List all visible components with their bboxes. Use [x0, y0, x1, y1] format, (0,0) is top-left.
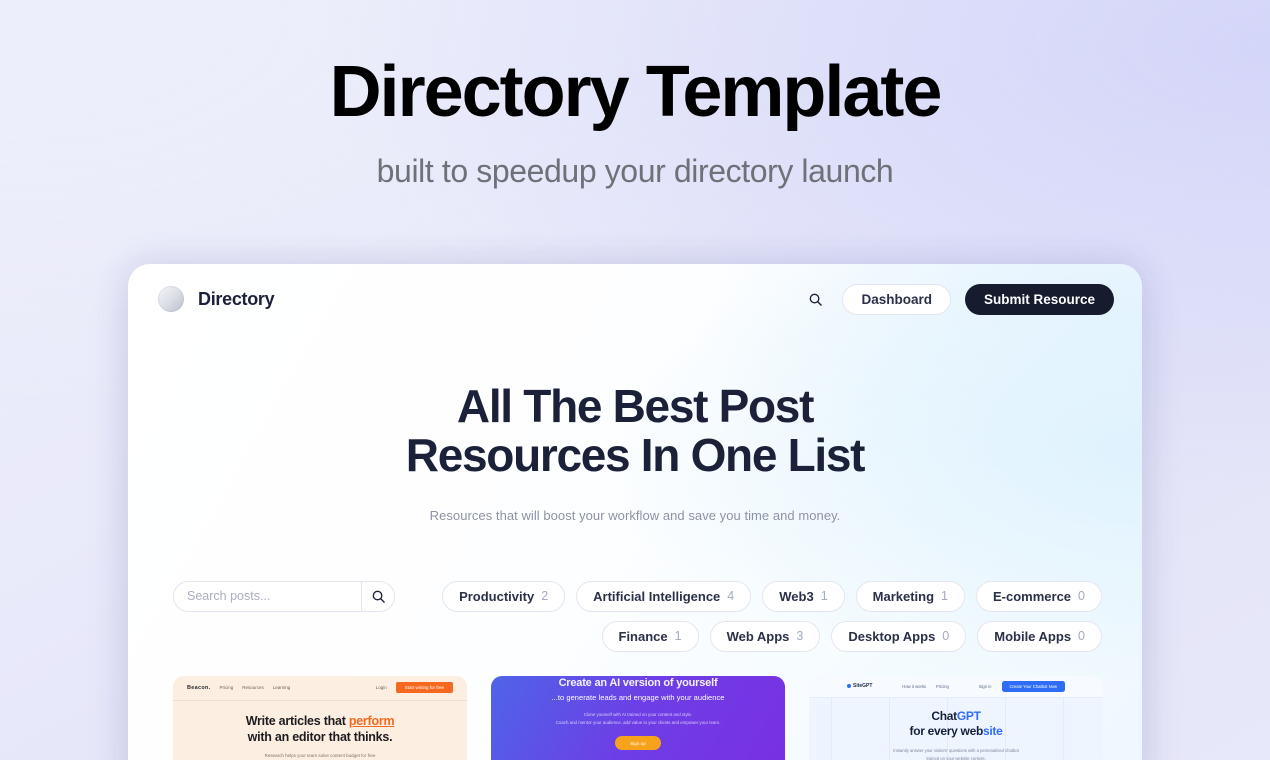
category-label: Web Apps — [726, 628, 790, 644]
thumb-login-link: Sign in — [978, 683, 992, 689]
page-subtitle: built to speedup your directory launch — [376, 153, 894, 190]
thumb-nav-link: Pricing — [936, 683, 949, 689]
category-filter-e-commerce[interactable]: E-commerce 0 — [976, 580, 1102, 612]
thumb-nav-link: How it works — [902, 683, 927, 689]
thumb-nav-link: Learning — [272, 685, 291, 690]
thumb-subtext-line: trained on your website content. — [926, 755, 986, 760]
navbar-actions: Dashboard Submit Resource — [802, 283, 1114, 315]
thumb-headline-highlight: perform — [348, 713, 395, 728]
thumb-subtext-line: Research helps your team solve content b… — [264, 753, 376, 758]
thumb-logo: SiteGPT — [847, 683, 872, 689]
search-submit-button[interactable] — [361, 581, 394, 611]
hero-section: All The Best Post Resources In One List … — [128, 382, 1142, 523]
category-count: 1 — [941, 589, 948, 603]
category-filter-web3[interactable]: Web3 1 — [762, 580, 845, 612]
thumb-logo: Beacon. — [187, 684, 211, 691]
resource-card[interactable]: Beacon. Pricing Resources Learning Login… — [173, 675, 467, 760]
thumb-subtext: Clone yourself with AI trained on your c… — [491, 711, 785, 728]
thumb-headline-part: Chat — [931, 708, 957, 723]
resource-card[interactable]: SiteGPT How it works Pricing Sign in Cre… — [809, 675, 1103, 760]
category-label: Desktop Apps — [848, 628, 936, 644]
category-label: Productivity — [459, 588, 535, 604]
logo-dot-icon — [847, 684, 851, 688]
resource-card-list: Beacon. Pricing Resources Learning Login… — [128, 675, 1142, 760]
thumb-headline-top: Create an AI version of yourself — [558, 676, 718, 689]
category-count: 4 — [727, 589, 735, 603]
thumb-subtext: Research helps your team solve content b… — [173, 752, 467, 760]
thumb-nav-link: Resources — [242, 685, 264, 690]
category-label: Finance — [618, 628, 668, 644]
category-filter-mobile-apps[interactable]: Mobile Apps 0 — [977, 620, 1102, 652]
brand-name: Directory — [198, 288, 275, 309]
dashboard-button[interactable]: Dashboard — [842, 283, 951, 315]
category-count: 0 — [942, 629, 950, 643]
product-preview-mockup: Directory Dashboard Submit Resource All … — [128, 264, 1142, 760]
thumb-headline-highlight: GPT — [956, 708, 981, 723]
category-filter-desktop-apps[interactable]: Desktop Apps 0 — [831, 620, 967, 652]
category-label: Mobile Apps — [994, 628, 1072, 644]
category-filter-artificial-intelligence[interactable]: Artificial Intelligence 4 — [576, 580, 752, 612]
category-filter-web-apps[interactable]: Web Apps 3 — [709, 620, 821, 652]
thumb-subtext-line: Coach and mentor your audience, add valu… — [555, 719, 721, 725]
category-label: Marketing — [872, 588, 935, 604]
hero-subtitle: Resources that will boost your workflow … — [429, 507, 841, 523]
category-label: Artificial Intelligence — [593, 588, 721, 604]
category-filter-productivity[interactable]: Productivity 2 — [442, 580, 566, 612]
thumb-subtext: Instantly answer your visitors' question… — [809, 747, 1103, 760]
category-count: 0 — [1078, 629, 1085, 643]
category-count: 1 — [820, 589, 828, 603]
thumb-subtext-line: Instantly answer your visitors' question… — [893, 748, 1019, 754]
thumb-headline-highlight: site — [982, 724, 1003, 739]
thumb-body: Write articles that perform with an edit… — [173, 701, 467, 760]
thumb-headline-part: Write articles that — [245, 713, 349, 728]
thumb-cta-button: Create Your Chatbot Now — [1001, 680, 1065, 692]
thumb-login-link: Login — [375, 685, 387, 690]
category-count: 2 — [541, 589, 549, 603]
hero-heading-line-2: Resources In One List — [405, 428, 866, 481]
category-label: Web3 — [779, 588, 814, 604]
search-icon[interactable] — [802, 286, 828, 312]
brand[interactable]: Directory — [158, 286, 275, 312]
thumb-navbar: SiteGPT How it works Pricing Sign in Cre… — [809, 675, 1103, 698]
mockup-navbar: Directory Dashboard Submit Resource — [128, 274, 1142, 324]
hero-heading: All The Best Post Resources In One List — [188, 382, 1082, 480]
thumb-signup-button: Sign up — [615, 736, 661, 751]
submit-resource-button[interactable]: Submit Resource — [964, 283, 1114, 315]
circle-gradient-logo-icon — [158, 286, 184, 312]
category-filter-finance[interactable]: Finance 1 — [601, 620, 699, 652]
category-count: 1 — [674, 629, 682, 643]
thumb-subtext-line: Clone yourself with AI trained on your c… — [583, 711, 693, 717]
thumb-headline: Write articles that perform with an edit… — [173, 713, 467, 746]
search-box[interactable] — [173, 580, 395, 612]
resource-card[interactable]: Create an AI version of yourself ...to g… — [491, 675, 785, 760]
hero-heading-line-1: All The Best Post — [456, 380, 814, 432]
thumb-headline: ...to generate leads and engage with you… — [551, 692, 725, 702]
thumb-headline: ChatGPT for every website — [809, 709, 1103, 741]
thumb-headline-part: with an editor that thinks. — [247, 729, 393, 744]
category-label: E-commerce — [993, 588, 1072, 604]
thumb-body: ChatGPT for every website Instantly answ… — [809, 698, 1103, 760]
category-filter-list: Productivity 2 Artificial Intelligence 4 Web… — [415, 580, 1102, 652]
page-header: Directory Template built to speedup your… — [0, 0, 1270, 190]
thumb-headline-part: for every web — [909, 724, 984, 739]
filters-row: Productivity 2 Artificial Intelligence 4 Web… — [128, 580, 1142, 652]
category-count: 3 — [796, 629, 804, 643]
page-title: Directory Template — [329, 52, 943, 132]
thumb-nav-link: Pricing — [219, 685, 234, 690]
search-input[interactable] — [174, 581, 361, 611]
category-count: 0 — [1078, 589, 1085, 603]
category-filter-marketing[interactable]: Marketing 1 — [855, 580, 965, 612]
thumb-navbar: Beacon. Pricing Resources Learning Login… — [173, 676, 467, 701]
thumb-cta-button: Start writing for free — [395, 682, 453, 693]
thumb-logo-text: SiteGPT — [853, 683, 873, 689]
